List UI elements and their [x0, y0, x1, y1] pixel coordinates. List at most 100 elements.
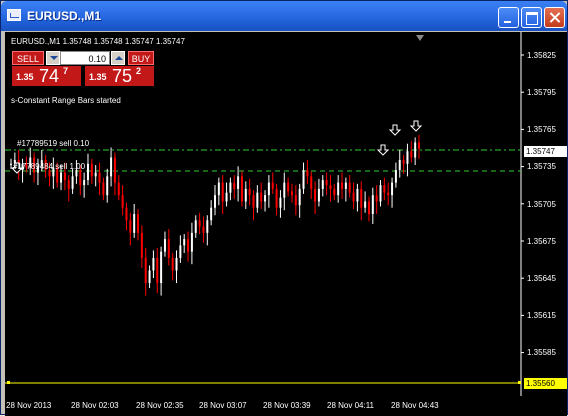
candle-body	[325, 180, 328, 186]
order-label: #17789484 sell 1.00	[13, 162, 86, 171]
time-tick-label: 28 Nov 02:03	[71, 401, 119, 410]
candle-body	[90, 163, 93, 177]
current-price-marker: 1.35747	[524, 146, 567, 157]
candle-body	[237, 176, 240, 189]
candle-body	[102, 182, 105, 196]
buy-price-fraction: 2	[136, 66, 142, 76]
candle-body	[121, 195, 124, 208]
candle-body	[194, 220, 197, 233]
expert-advisor-status: s-Constant Range Bars started	[11, 96, 121, 105]
candle-body	[187, 239, 190, 252]
candle-body	[210, 207, 213, 221]
candle-body	[137, 214, 140, 233]
price-chart[interactable]: EURUSD.,M1 1.35748 1.35748 1.35747 1.357…	[5, 32, 567, 396]
sell-price-fraction: 7	[63, 66, 69, 76]
candle-body	[394, 170, 397, 183]
candle-body	[86, 163, 89, 181]
candle-body	[202, 226, 205, 233]
buy-price-pips: 75	[112, 66, 133, 86]
candle-body	[140, 232, 143, 258]
candle-body	[133, 214, 136, 233]
candle-body	[106, 176, 109, 196]
candle-body	[160, 251, 163, 284]
candle-body	[341, 182, 344, 189]
candle-body	[225, 192, 228, 202]
candle-body	[352, 192, 355, 202]
price-tick-label: 1.35825	[527, 51, 556, 60]
candle-body	[310, 176, 313, 189]
price-tick-label: 1.35765	[527, 125, 556, 134]
time-tick-label: 28 Nov 04:43	[391, 401, 439, 410]
candle-body	[79, 170, 82, 186]
sell-price-prefix: 1.35	[16, 72, 34, 82]
candle-body	[214, 195, 216, 208]
sell-button[interactable]: SELL	[12, 51, 44, 65]
sell-price-quote[interactable]: 1.35 74 7	[12, 66, 81, 86]
buy-button[interactable]: BUY	[128, 51, 154, 65]
candle-body	[125, 207, 128, 221]
candle-body	[71, 176, 74, 189]
candle-body	[98, 172, 101, 183]
terminal-window: EURUSD.,M1 EURUSD.,M1 1.35748 1.35748 1.…	[0, 0, 568, 416]
candle-body	[418, 142, 420, 149]
sell-arrow-icon	[409, 120, 423, 132]
candle-body	[414, 142, 417, 158]
candle-body	[240, 176, 243, 202]
candle-body	[410, 151, 413, 158]
low-line-start-marker	[7, 381, 10, 384]
price-tick-label: 1.35675	[527, 237, 556, 246]
candle-body	[167, 239, 170, 258]
lot-size-input[interactable]: 0.10	[60, 51, 110, 65]
candle-body	[367, 201, 370, 214]
price-tick-label: 1.35615	[527, 311, 556, 320]
lot-increase-arrow-icon[interactable]	[111, 51, 125, 65]
candle-body	[333, 188, 336, 196]
minimize-button[interactable]	[498, 7, 519, 28]
sell-price-pips: 74	[39, 66, 60, 86]
candle-body	[144, 257, 147, 284]
candle-body	[94, 172, 97, 177]
candle-body	[306, 170, 309, 177]
sell-arrow-icon	[388, 124, 402, 136]
candle-body	[402, 160, 405, 164]
candle-body	[371, 195, 374, 214]
candle-body	[48, 170, 51, 177]
price-tick-label: 1.35795	[527, 88, 556, 97]
candle-body	[233, 182, 236, 189]
candle-body	[248, 188, 251, 196]
candle-body	[229, 182, 232, 193]
candle-body	[364, 201, 367, 208]
symbol-ohlc-line: EURUSD.,M1 1.35748 1.35748 1.35747 1.357…	[11, 37, 185, 46]
candle-body	[183, 239, 186, 246]
candle-body	[179, 245, 182, 258]
maximize-button[interactable]	[521, 7, 542, 28]
candle-body	[275, 188, 278, 208]
title-bar[interactable]: EURUSD.,M1	[1, 1, 567, 31]
price-tick-label: 1.35705	[527, 200, 556, 209]
close-button[interactable]	[544, 7, 565, 28]
chart-shift-marker-icon[interactable]	[416, 35, 424, 41]
time-axis: 28 Nov 2013 28 Nov 02:03 28 Nov 02:35 28…	[5, 396, 567, 416]
candle-body	[152, 257, 155, 271]
candle-body	[387, 192, 390, 196]
candle-body	[329, 185, 332, 189]
candle-body	[198, 220, 201, 227]
chart-window-icon[interactable]	[7, 9, 21, 21]
candle-body	[10, 163, 12, 165]
buy-price-quote[interactable]: 1.35 75 2	[85, 66, 154, 86]
candle-body	[63, 172, 66, 181]
candle-body	[379, 185, 382, 202]
candle-body	[67, 180, 70, 189]
candle-body	[398, 160, 401, 171]
candle-body	[206, 220, 209, 233]
candle-body	[256, 192, 259, 208]
candle-body	[163, 239, 166, 252]
candle-body	[383, 185, 386, 193]
candle-body	[375, 195, 378, 202]
candle-body	[317, 188, 320, 202]
candle-body	[190, 232, 193, 252]
candle-body	[302, 170, 305, 189]
lot-decrease-arrow-icon[interactable]	[46, 51, 60, 65]
candle-body	[406, 151, 409, 164]
time-tick-label: 28 Nov 04:11	[327, 401, 374, 410]
